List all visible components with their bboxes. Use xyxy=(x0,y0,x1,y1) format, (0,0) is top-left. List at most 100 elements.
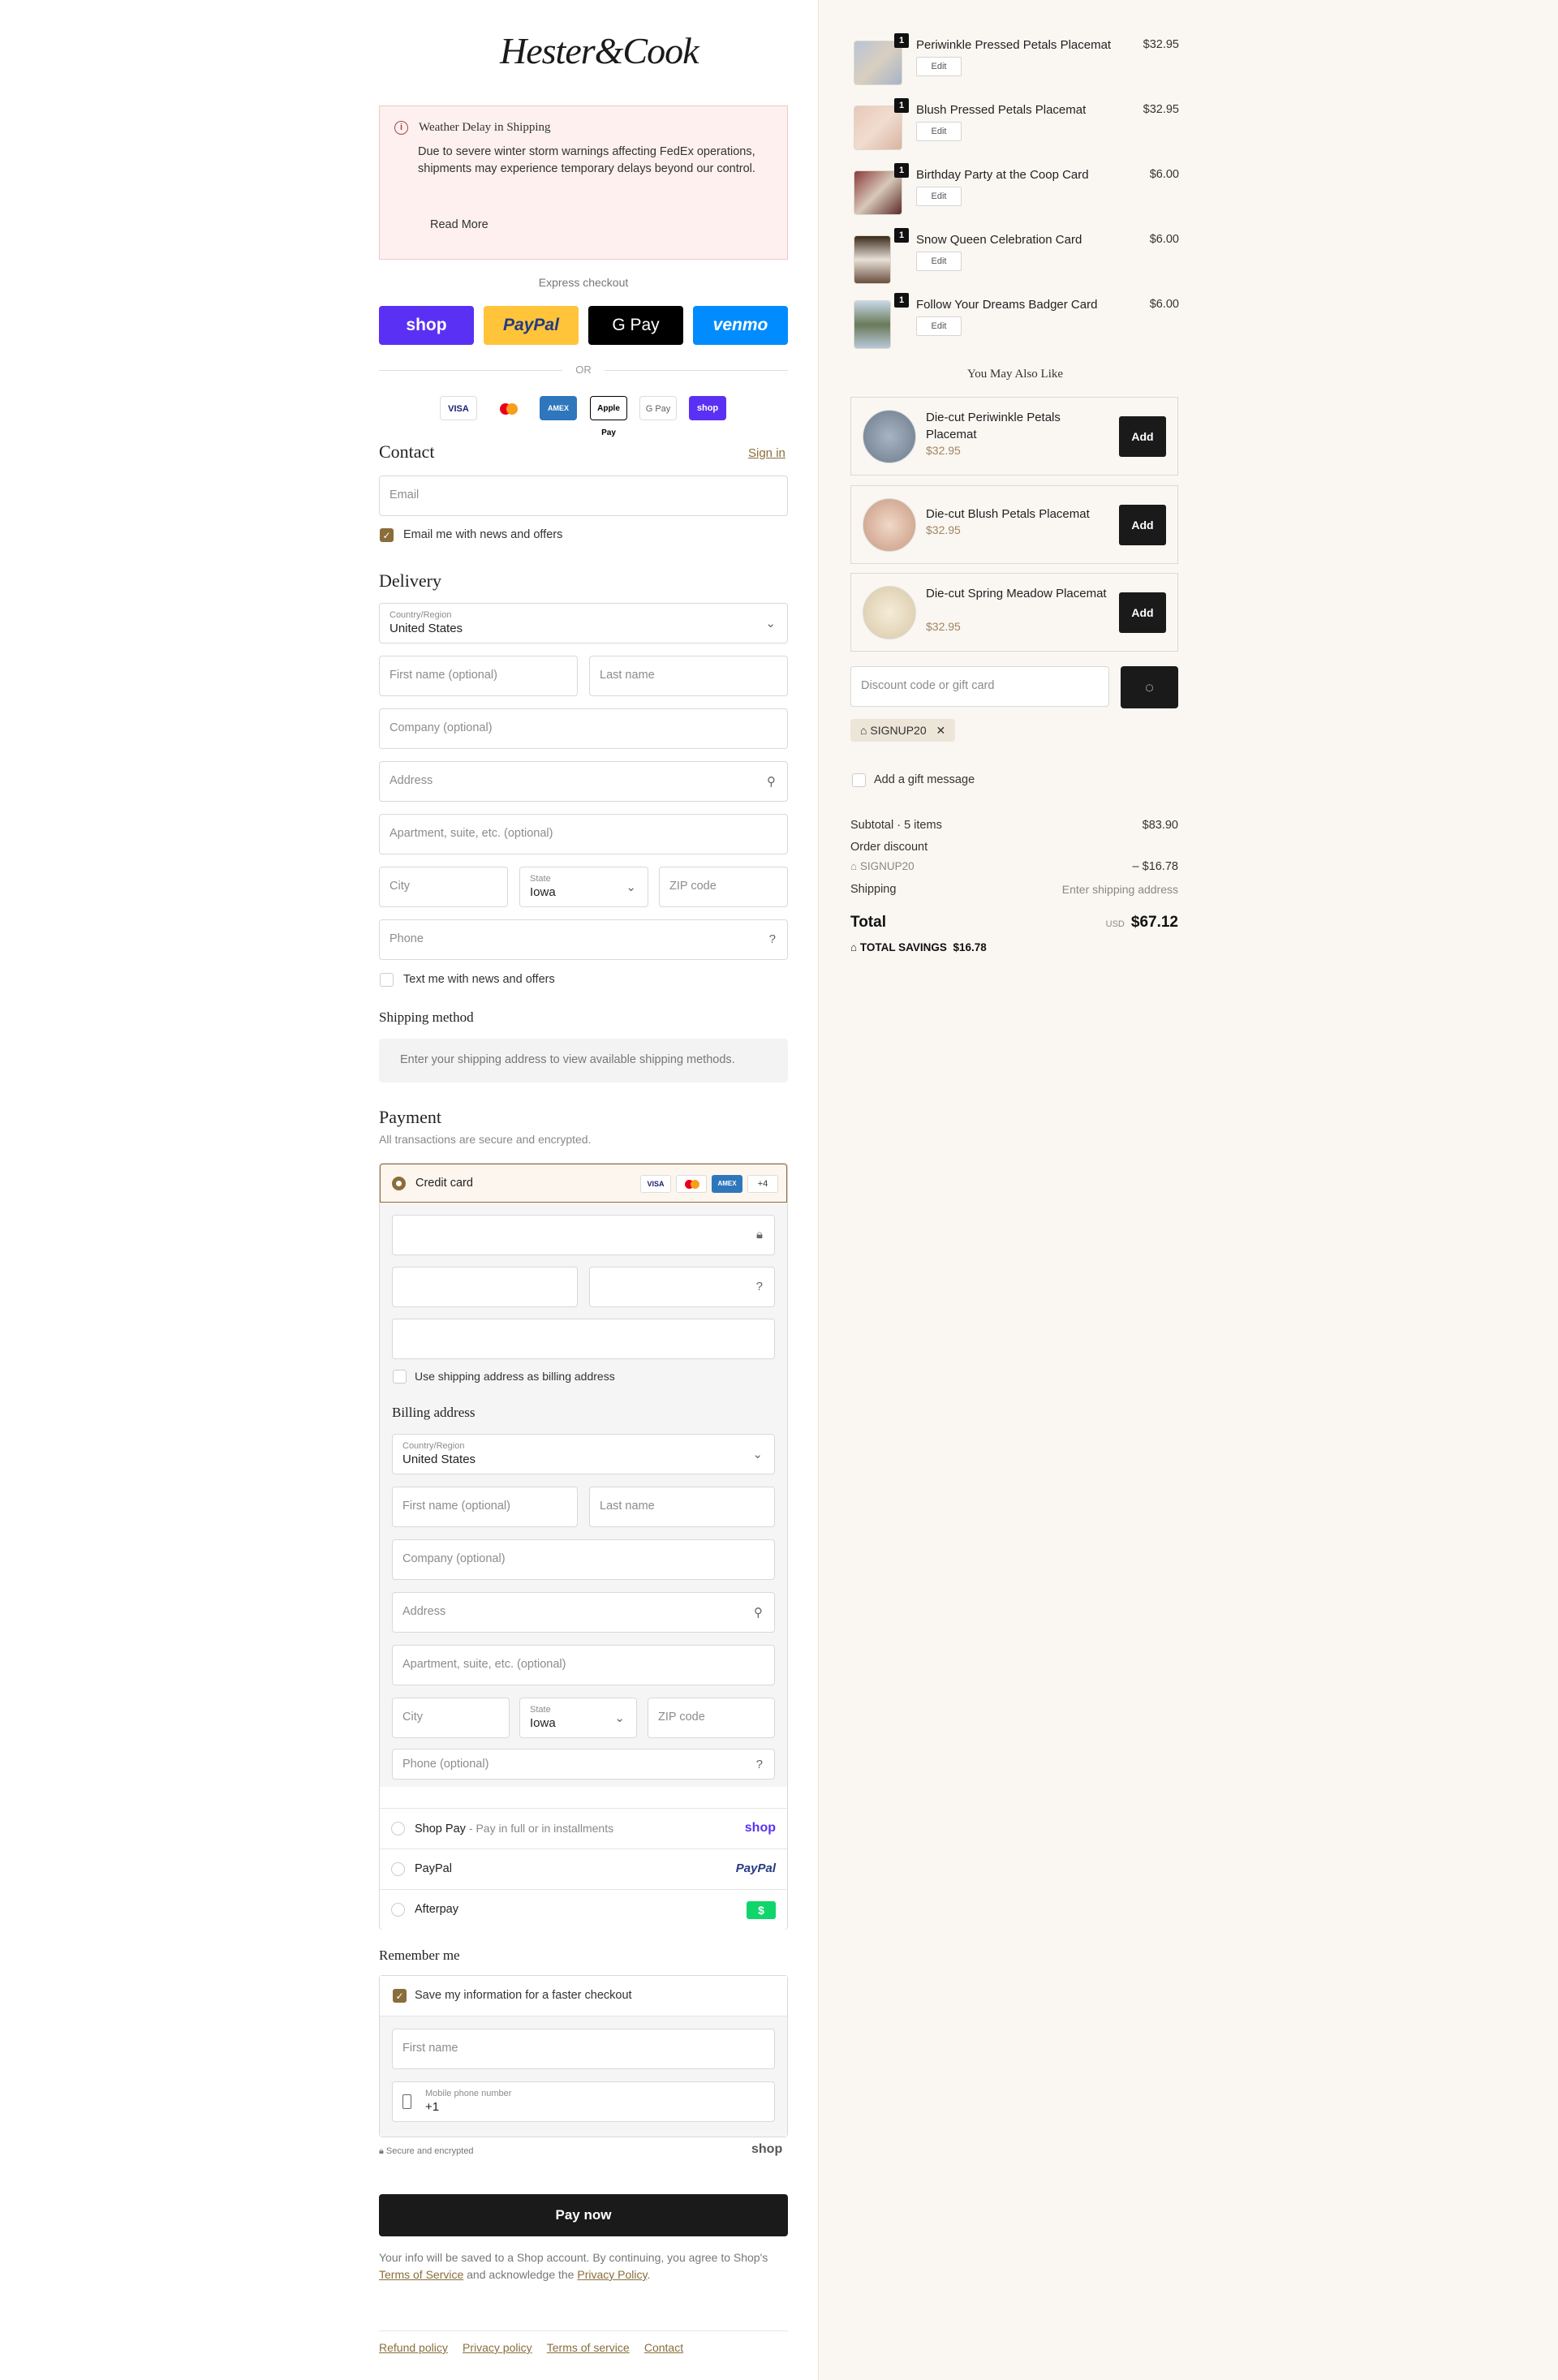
item-name: Snow Queen Celebration Card xyxy=(916,233,1082,247)
add-button[interactable]: Add xyxy=(1119,592,1166,633)
remove-code-icon[interactable]: ✕ xyxy=(936,724,946,737)
edit-item-button[interactable]: Edit xyxy=(916,187,962,206)
weather-notice: i Weather Delay in Shipping Due to sever… xyxy=(379,105,788,260)
contact-link[interactable]: Contact xyxy=(644,2341,683,2354)
item-name: Follow Your Dreams Badger Card xyxy=(916,298,1098,312)
privacy-policy-link[interactable]: Privacy policy xyxy=(463,2341,532,2354)
shipping-row: Shipping Enter shipping address xyxy=(850,883,1178,896)
google-pay-button[interactable]: G Pay xyxy=(588,306,683,345)
shop-pay-button[interactable]: shop xyxy=(379,306,474,345)
mastercard-icon xyxy=(676,1175,707,1193)
edit-item-button[interactable]: Edit xyxy=(916,57,962,76)
help-icon[interactable]: ? xyxy=(756,1280,763,1293)
secure-encrypted-note: 🔒︎ Secure and encrypted xyxy=(379,2146,474,2156)
address-field[interactable]: Address ⚲ xyxy=(379,761,788,802)
total-label: Total xyxy=(850,914,886,931)
billing-state-select[interactable]: State Iowa ⌄ xyxy=(519,1698,637,1738)
refund-policy-link[interactable]: Refund policy xyxy=(379,2341,448,2354)
venmo-button[interactable]: venmo xyxy=(693,306,788,345)
shop-pay-option[interactable]: Shop Pay - Pay in full or in installment… xyxy=(380,1808,787,1848)
first-name-field[interactable]: First name (optional) xyxy=(379,656,578,696)
billing-country-select[interactable]: Country/Region United States ⌄ xyxy=(392,1434,775,1474)
brand-logo[interactable]: Hester&Cook xyxy=(500,23,699,80)
item-name: Birthday Party at the Coop Card xyxy=(916,168,1089,182)
footer-links: Refund policy Privacy policy Terms of se… xyxy=(379,2331,788,2355)
security-code-field[interactable]: ? xyxy=(589,1267,775,1307)
paypal-button[interactable]: PayPal xyxy=(484,306,579,345)
total-value: $67.12 xyxy=(1130,914,1178,931)
billing-phone-field[interactable]: Phone (optional)? xyxy=(392,1749,775,1780)
email-news-checkbox[interactable]: ✓ xyxy=(380,528,394,542)
edit-item-button[interactable]: Edit xyxy=(916,316,962,336)
billing-apartment-field[interactable]: Apartment, suite, etc. (optional) xyxy=(392,1645,775,1685)
chevron-down-icon: ⌄ xyxy=(765,617,776,631)
apartment-field[interactable]: Apartment, suite, etc. (optional) xyxy=(379,814,788,854)
lock-icon: 🔒︎ xyxy=(756,1228,763,1242)
recommendation-card: Die-cut Periwinkle Petals Placemat $32.9… xyxy=(850,397,1178,476)
company-field[interactable]: Company (optional) xyxy=(379,708,788,749)
last-name-field[interactable]: Last name xyxy=(589,656,788,696)
first-name-placeholder: First name (optional) xyxy=(390,669,497,682)
state-value: Iowa xyxy=(530,885,556,899)
expiration-field[interactable] xyxy=(392,1267,578,1307)
state-select[interactable]: State Iowa ⌄ xyxy=(519,867,648,907)
read-more-link[interactable]: Read More xyxy=(430,218,488,231)
afterpay-radio[interactable] xyxy=(391,1903,405,1917)
quantity-badge: 1 xyxy=(894,98,909,113)
billing-first-name-field[interactable]: First name (optional) xyxy=(392,1487,578,1527)
gift-message-checkbox[interactable] xyxy=(852,773,866,787)
zip-field[interactable]: ZIP code xyxy=(659,867,788,907)
phone-field[interactable]: Phone ? xyxy=(379,919,788,960)
paypal-option[interactable]: PayPal PayPal xyxy=(380,1848,787,1889)
more-cards-badge: +4 xyxy=(747,1175,778,1193)
country-select[interactable]: Country/Region United States ⌄ xyxy=(379,603,788,643)
billing-zip-field[interactable]: ZIP code xyxy=(648,1698,775,1738)
billing-city-field[interactable]: City xyxy=(392,1698,510,1738)
item-price: $32.95 xyxy=(1143,38,1179,51)
save-info-row[interactable]: ✓ Save my information for a faster check… xyxy=(380,1976,787,2016)
shop-pay-radio[interactable] xyxy=(391,1822,405,1836)
amex-icon: AMEX xyxy=(712,1175,742,1193)
add-button[interactable]: Add xyxy=(1119,416,1166,457)
credit-card-radio[interactable] xyxy=(392,1177,406,1190)
terms-link[interactable]: Terms of Service xyxy=(379,2268,463,2281)
apply-discount-button[interactable]: ◌ xyxy=(1121,666,1178,708)
help-icon[interactable]: ? xyxy=(756,1758,763,1771)
subtotal-label: Subtotal · 5 items xyxy=(850,819,942,832)
edit-item-button[interactable]: Edit xyxy=(916,252,962,271)
billing-state-value: Iowa xyxy=(530,1716,556,1730)
pay-now-button[interactable]: Pay now xyxy=(379,2194,788,2236)
savings-label: TOTAL SAVINGS xyxy=(859,941,947,953)
order-discount-label: Order discount xyxy=(850,841,928,854)
terms-of-service-link[interactable]: Terms of service xyxy=(547,2341,630,2354)
afterpay-option[interactable]: Afterpay $ xyxy=(380,1889,787,1930)
edit-item-button[interactable]: Edit xyxy=(916,122,962,141)
tag-icon: ⌂ xyxy=(850,860,860,872)
card-number-field[interactable]: 🔒︎ xyxy=(392,1215,775,1255)
discount-placeholder: Discount code or gift card xyxy=(861,679,995,692)
privacy-link[interactable]: Privacy Policy xyxy=(577,2268,647,2281)
billing-address-field[interactable]: Address ⚲ xyxy=(392,1592,775,1633)
name-on-card-field[interactable] xyxy=(392,1319,775,1359)
mobile-phone-field[interactable]: Mobile phone number +1 xyxy=(392,2081,775,2122)
sign-in-link[interactable]: Sign in xyxy=(748,446,785,460)
billing-company-placeholder: Company (optional) xyxy=(402,1552,506,1565)
use-shipping-checkbox[interactable] xyxy=(393,1370,407,1384)
total-value-group: USD $67.12 xyxy=(1106,914,1178,932)
discount-code-field[interactable]: Discount code or gift card xyxy=(850,666,1109,707)
discount-amount: – $16.78 xyxy=(1132,860,1178,873)
email-placeholder: Email xyxy=(390,488,420,501)
add-button[interactable]: Add xyxy=(1119,505,1166,545)
billing-company-field[interactable]: Company (optional) xyxy=(392,1539,775,1580)
city-field[interactable]: City xyxy=(379,867,508,907)
paypal-radio[interactable] xyxy=(391,1862,405,1876)
help-icon[interactable]: ? xyxy=(769,932,776,946)
remember-first-name-field[interactable]: First name xyxy=(392,2029,775,2069)
billing-last-name-field[interactable]: Last name xyxy=(589,1487,775,1527)
save-info-checkbox[interactable]: ✓ xyxy=(393,1989,407,2003)
text-news-checkbox[interactable] xyxy=(380,973,394,987)
email-field[interactable]: Email xyxy=(379,476,788,516)
recommendation-price: $32.95 xyxy=(926,523,961,536)
credit-card-option[interactable]: Credit card VISA AMEX +4 xyxy=(380,1164,787,1203)
applied-code: SIGNUP20 xyxy=(870,724,927,737)
